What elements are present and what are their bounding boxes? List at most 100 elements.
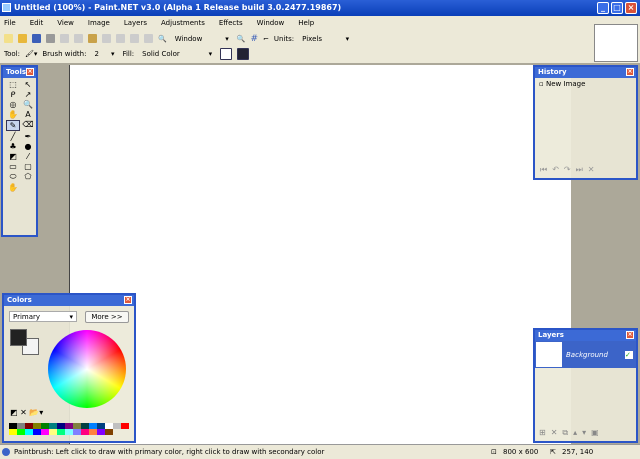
redo-icon[interactable] — [144, 34, 153, 43]
palette-swatch[interactable] — [105, 429, 113, 435]
close-button[interactable]: × — [625, 2, 637, 14]
undo-icon[interactable] — [130, 34, 139, 43]
save-icon[interactable] — [32, 34, 41, 43]
palette-swatch[interactable] — [33, 429, 41, 435]
color-mode-select[interactable]: Primary ▾ — [9, 311, 77, 322]
units-select[interactable]: Pixels ▾ — [299, 33, 352, 44]
close-icon[interactable]: × — [26, 68, 34, 76]
close-icon[interactable]: × — [626, 68, 634, 76]
chevron-down-icon: ▾ — [69, 312, 73, 321]
palette-swatch[interactable] — [97, 429, 105, 435]
menu-effects[interactable]: Effects — [219, 19, 243, 27]
menu-adjustments[interactable]: Adjustments — [161, 19, 205, 27]
palette-swatch[interactable] — [9, 429, 17, 435]
palette-controls[interactable]: ◩ ✕ 📂▾ — [10, 408, 43, 417]
paste-icon[interactable] — [88, 34, 97, 43]
tool-button[interactable]: ◩ — [6, 152, 20, 161]
tool-button[interactable]: ⬠ — [21, 172, 35, 182]
tool-button[interactable] — [21, 183, 35, 192]
grid-icon[interactable]: # — [250, 34, 258, 44]
menu-edit[interactable]: Edit — [30, 19, 44, 27]
palette-swatch[interactable] — [49, 429, 57, 435]
image-thumbnail-tab[interactable] — [594, 24, 638, 62]
menu-image[interactable]: Image — [88, 19, 110, 27]
tool-button[interactable]: ◎ — [6, 100, 20, 109]
tool-button[interactable]: ✒ — [21, 132, 35, 141]
menu-help[interactable]: Help — [298, 19, 314, 27]
status-hint: Paintbrush: Left click to draw with prim… — [14, 448, 325, 456]
palette-swatch[interactable] — [17, 429, 25, 435]
zoom-in-icon[interactable]: 🔍 — [237, 35, 246, 43]
app-icon — [2, 3, 11, 12]
color-palette — [9, 423, 133, 435]
antialias-on-icon[interactable] — [220, 47, 233, 60]
color-wheel[interactable] — [48, 330, 126, 408]
tool-button[interactable]: 🔍 — [21, 100, 35, 109]
tool-button[interactable]: ▭ — [6, 162, 20, 171]
deselect-icon[interactable] — [116, 34, 125, 43]
zoom-select[interactable]: Window ▾ — [172, 33, 232, 44]
antialias-off-icon[interactable] — [237, 47, 250, 60]
layer-item[interactable]: Background ✓ — [535, 341, 636, 368]
palette-swatch[interactable] — [81, 429, 89, 435]
palette-swatch[interactable] — [65, 429, 73, 435]
colors-palette: Colors × Primary ▾ More >> ◩ ✕ 📂▾ — [2, 293, 136, 443]
fill-label: Fill: — [122, 49, 135, 58]
tool-button[interactable]: ✎ — [6, 120, 20, 131]
close-icon[interactable]: × — [124, 296, 132, 304]
rulers-icon[interactable]: ⌐ — [263, 35, 269, 43]
open-icon[interactable] — [18, 34, 27, 43]
zoom-out-icon[interactable]: 🔍 — [158, 35, 167, 43]
tool-button[interactable]: ⬭ — [6, 172, 20, 182]
history-controls[interactable]: ⏮↶↷⏭✕ — [540, 165, 600, 175]
more-colors-button[interactable]: More >> — [85, 311, 129, 323]
fill-select[interactable]: Solid Color ▾ — [139, 48, 215, 59]
palette-swatch[interactable] — [73, 429, 81, 435]
palette-swatch[interactable] — [57, 429, 65, 435]
menu-file[interactable]: File — [4, 19, 16, 27]
menu-layers[interactable]: Layers — [124, 19, 147, 27]
cut-icon[interactable] — [60, 34, 69, 43]
layers-title: Layers — [538, 331, 564, 339]
maximize-button[interactable]: □ — [611, 2, 623, 14]
menu-view[interactable]: View — [57, 19, 74, 27]
print-icon[interactable] — [46, 34, 55, 43]
palette-swatch[interactable] — [121, 423, 129, 429]
history-item-label: New Image — [545, 80, 586, 88]
tool-button[interactable]: ↖ — [21, 80, 35, 89]
image-canvas[interactable] — [69, 65, 571, 445]
tool-button[interactable]: ⁄ — [21, 152, 35, 161]
tool-button[interactable]: ✋ — [6, 183, 20, 192]
crop-icon[interactable] — [102, 34, 111, 43]
tool-button[interactable]: ● — [21, 142, 35, 151]
status-bar: Paintbrush: Left click to draw with prim… — [0, 444, 640, 459]
tool-button[interactable]: ▢ — [21, 162, 35, 171]
history-item[interactable]: ▫ New Image — [535, 78, 636, 90]
resize-icon: ⊡ — [491, 448, 497, 456]
tool-button[interactable]: ⌫ — [21, 120, 35, 131]
tools-title: Tools — [6, 68, 27, 76]
tool-button[interactable]: ↗ — [21, 90, 35, 99]
history-title: History — [538, 68, 567, 76]
tool-button[interactable]: ⬚ — [6, 80, 20, 89]
tool-button[interactable]: ✋ — [6, 110, 20, 119]
brush-width-select[interactable]: 2 ▾ — [91, 48, 117, 59]
primary-color-swatch[interactable] — [10, 329, 27, 346]
layer-controls[interactable]: ⊞✕⧉▴▾▣ — [539, 428, 604, 438]
palette-swatch[interactable] — [25, 429, 33, 435]
tool-button[interactable]: ♣ — [6, 142, 20, 151]
minimize-button[interactable]: _ — [597, 2, 609, 14]
close-icon[interactable]: × — [626, 331, 634, 339]
palette-swatch[interactable] — [41, 429, 49, 435]
paintbrush-tool-select[interactable]: 🖌▾ — [25, 50, 37, 58]
new-icon[interactable] — [4, 34, 13, 43]
menu-bar: File Edit View Image Layers Adjustments … — [0, 16, 640, 30]
menu-window[interactable]: Window — [257, 19, 285, 27]
copy-icon[interactable] — [74, 34, 83, 43]
palette-swatch[interactable] — [113, 423, 121, 429]
palette-swatch[interactable] — [89, 429, 97, 435]
tool-button[interactable]: A — [21, 110, 35, 119]
layer-visibility-checkbox[interactable]: ✓ — [625, 350, 633, 359]
tool-button[interactable]: ᑭ — [6, 90, 20, 99]
tool-button[interactable]: ╱ — [6, 132, 20, 141]
